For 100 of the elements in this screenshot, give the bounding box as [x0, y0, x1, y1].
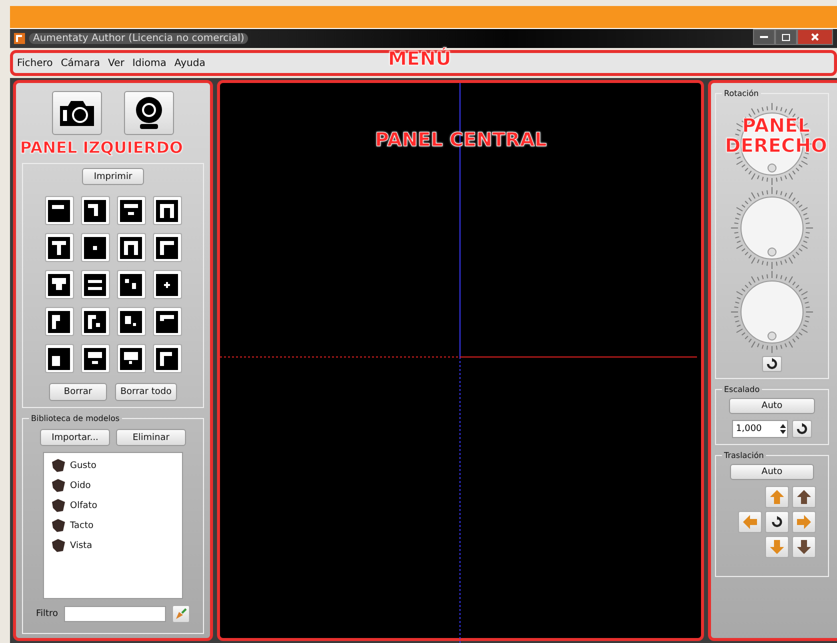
reset-scale-button[interactable] — [792, 420, 812, 438]
marker-icon — [156, 348, 178, 370]
arrow-icon — [796, 514, 812, 530]
marker-button[interactable] — [80, 196, 110, 225]
marker-icon — [84, 236, 106, 258]
marker-icon — [48, 274, 70, 296]
filter-label: Filtro — [36, 609, 58, 619]
reset-icon — [771, 516, 783, 528]
arrow-icon — [769, 539, 785, 555]
move-button[interactable] — [792, 536, 816, 558]
marker-icon — [120, 236, 142, 258]
library-button[interactable]: Eliminar — [116, 429, 186, 446]
marker-icon — [156, 310, 178, 332]
clear-filter-button[interactable] — [172, 605, 190, 623]
model-item[interactable]: Gusto — [50, 457, 182, 474]
reset-rotation-button[interactable] — [762, 356, 782, 372]
marker-icon — [84, 274, 106, 296]
menu-item[interactable]: Ayuda — [174, 58, 206, 68]
model-icon — [50, 458, 66, 473]
marker-button[interactable] — [80, 307, 110, 336]
marker-icon — [84, 310, 106, 332]
marker-button[interactable] — [152, 307, 182, 336]
app-icon — [14, 33, 25, 44]
maximize-button[interactable] — [775, 29, 797, 45]
annotation-label: PANEL DERECHO — [724, 117, 828, 157]
model-icon — [50, 518, 66, 533]
marker-icon — [120, 274, 142, 296]
model-icon — [50, 478, 66, 493]
marker-icon — [84, 200, 106, 222]
broom-icon — [175, 608, 188, 620]
marker-icon — [120, 200, 142, 222]
marker-icon — [156, 200, 178, 222]
marker-button[interactable] — [116, 270, 146, 299]
marker-button[interactable] — [44, 344, 74, 373]
group-title: Escalado — [723, 385, 761, 394]
arrow-icon — [742, 514, 758, 530]
reset-icon — [766, 358, 778, 370]
marker-button[interactable] — [152, 196, 182, 225]
marker-button[interactable] — [116, 307, 146, 336]
camera-button[interactable] — [52, 91, 102, 135]
arrow-icon — [796, 539, 812, 555]
menu-item[interactable]: Idioma — [132, 58, 166, 68]
model-item[interactable]: Oido — [50, 477, 182, 494]
reset-icon — [796, 423, 808, 435]
arrow-icon — [769, 489, 785, 505]
close-button[interactable] — [797, 29, 833, 45]
print-button[interactable]: Imprimir — [82, 168, 144, 185]
marker-button[interactable] — [80, 344, 110, 373]
menu-item[interactable]: Ver — [108, 58, 124, 68]
group-title: Rotación — [723, 89, 760, 98]
webcam-icon — [134, 96, 164, 130]
close-icon — [811, 33, 819, 41]
marker-button[interactable] — [116, 196, 146, 225]
move-button[interactable] — [792, 486, 816, 508]
marker-icon — [48, 236, 70, 258]
marker-button[interactable] — [80, 233, 110, 262]
arrow-icon — [796, 489, 812, 505]
menu-item[interactable]: Fichero — [17, 58, 53, 68]
marker-button[interactable] — [80, 270, 110, 299]
marker-icon — [48, 200, 70, 222]
model-icon — [50, 538, 66, 553]
reset-position-button[interactable] — [765, 511, 789, 533]
model-icon — [50, 498, 66, 513]
minimize-button[interactable] — [753, 29, 775, 45]
marker-icon — [156, 274, 178, 296]
auto-translate-button[interactable]: Auto — [730, 464, 814, 480]
marker-button[interactable] — [44, 233, 74, 262]
auto-scale-button[interactable]: Auto — [729, 398, 815, 414]
marker-icon — [48, 310, 70, 332]
model-item[interactable]: Olfato — [50, 497, 182, 514]
marker-button[interactable] — [44, 307, 74, 336]
marker-button[interactable] — [152, 233, 182, 262]
model-item[interactable]: Vista — [50, 537, 182, 554]
scale-field[interactable]: 1,000 — [732, 420, 788, 438]
model-item[interactable]: Tacto — [50, 517, 182, 534]
marker-button[interactable] — [116, 344, 146, 373]
rotation-knob[interactable] — [730, 186, 814, 270]
marker-icon — [156, 236, 178, 258]
webcam-button[interactable] — [124, 91, 174, 135]
group-title: Biblioteca de modelos — [30, 414, 121, 423]
library-button[interactable]: Importar... — [40, 429, 110, 446]
camera-icon — [58, 98, 96, 128]
marker-button[interactable] — [116, 233, 146, 262]
marker-icon — [120, 310, 142, 332]
clear-button[interactable]: Borrar — [49, 383, 107, 401]
group-title: Traslación — [723, 451, 765, 460]
marker-icon — [48, 348, 70, 370]
minimize-icon — [760, 36, 768, 38]
filter-field[interactable] — [64, 606, 166, 622]
window-title: Aumentaty Author (Licencia no comercial) — [29, 33, 248, 44]
marker-button[interactable] — [44, 270, 74, 299]
clear-button[interactable]: Borrar todo — [115, 383, 177, 401]
marker-icon — [120, 348, 142, 370]
annotation-label: PANEL IZQUIERDO — [20, 140, 183, 157]
marker-button[interactable] — [44, 196, 74, 225]
maximize-icon — [782, 34, 790, 40]
menu-item[interactable]: Cámara — [60, 58, 100, 68]
marker-icon — [84, 348, 106, 370]
marker-button[interactable] — [152, 270, 182, 299]
marker-button[interactable] — [152, 344, 182, 373]
